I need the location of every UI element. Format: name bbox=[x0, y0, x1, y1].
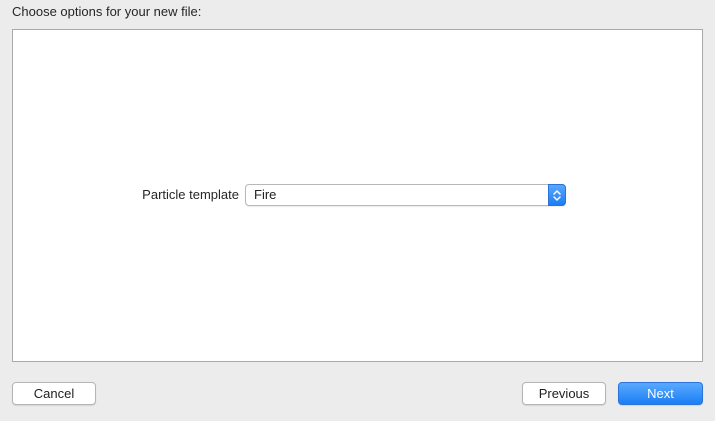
popup-arrows-icon bbox=[548, 184, 566, 206]
dialog-heading: Choose options for your new file: bbox=[12, 4, 202, 19]
next-button[interactable]: Next bbox=[618, 382, 703, 405]
particle-template-value: Fire bbox=[254, 187, 277, 202]
cancel-button[interactable]: Cancel bbox=[12, 382, 96, 405]
particle-template-popup[interactable]: Fire bbox=[245, 184, 566, 206]
particle-template-label: Particle template bbox=[142, 187, 239, 202]
previous-button[interactable]: Previous bbox=[522, 382, 606, 405]
options-panel: Particle template Fire bbox=[12, 29, 703, 362]
particle-template-row: Particle template Fire bbox=[13, 184, 702, 206]
